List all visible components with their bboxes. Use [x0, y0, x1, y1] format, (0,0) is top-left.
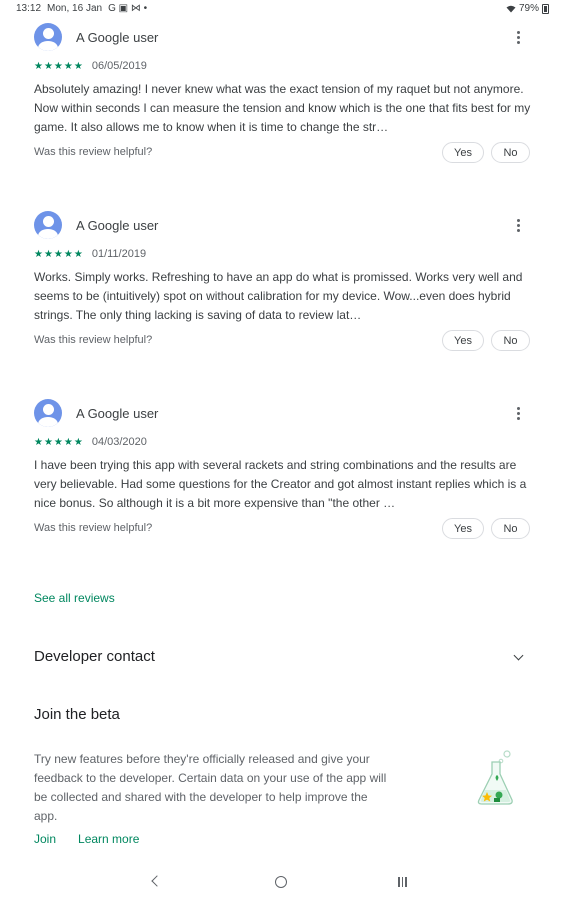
join-beta-link[interactable]: Join	[34, 832, 56, 846]
beta-links: Join Learn more	[34, 832, 139, 846]
review-date: 04/03/2020	[91, 436, 147, 448]
star-rating: ★★★★★	[34, 248, 84, 260]
system-nav-bar	[0, 862, 563, 900]
reviewer-name: A Google user	[76, 29, 159, 45]
status-date: Mon, 16 Jan	[47, 3, 103, 14]
status-right: 79%	[506, 3, 549, 14]
more-vert-icon[interactable]	[512, 216, 524, 234]
more-vert-icon[interactable]	[512, 28, 524, 46]
review-text[interactable]: Absolutely amazing! I never knew what wa…	[34, 80, 532, 137]
review-text[interactable]: Works. Simply works. Refreshing to have …	[34, 268, 532, 325]
helpful-label: Was this review helpful?	[34, 334, 153, 346]
helpful-no-button[interactable]: No	[491, 142, 530, 163]
review-header: A Google user	[34, 398, 534, 428]
helpful-yes-button[interactable]: Yes	[442, 142, 484, 163]
reviewer-name: A Google user	[76, 405, 159, 421]
helpful-no-button[interactable]: No	[491, 518, 530, 539]
helpful-row: Was this review helpful? Yes No	[34, 142, 530, 164]
rating-row: ★★★★★ 04/03/2020	[34, 436, 147, 448]
developer-contact-section[interactable]: Developer contact	[34, 648, 530, 670]
reviewer-name: A Google user	[76, 217, 159, 233]
developer-contact-title: Developer contact	[34, 648, 155, 665]
battery-icon	[542, 3, 549, 14]
review-date: 06/05/2019	[91, 60, 147, 72]
review-text[interactable]: I have been trying this app with several…	[34, 456, 532, 513]
beta-description: Try new features before they're official…	[34, 752, 387, 823]
rating-row: ★★★★★ 01/11/2019	[34, 248, 146, 260]
star-rating: ★★★★★	[34, 60, 84, 72]
status-bar: 13:12 Mon, 16 Jan G ▣ ⋈ • 79%	[0, 0, 563, 20]
helpful-label: Was this review helpful?	[34, 146, 153, 158]
helpful-row: Was this review helpful? Yes No	[34, 330, 530, 352]
rating-row: ★★★★★ 06/05/2019	[34, 60, 147, 72]
helpful-label: Was this review helpful?	[34, 522, 153, 534]
back-icon[interactable]	[151, 875, 163, 887]
see-all-reviews-link[interactable]: See all reviews	[34, 591, 115, 605]
helpful-row: Was this review helpful? Yes No	[34, 518, 530, 540]
review-header: A Google user	[34, 22, 534, 52]
star-rating: ★★★★★	[34, 436, 84, 448]
review-date: 01/11/2019	[91, 248, 147, 260]
notification-icons: G ▣ ⋈ •	[108, 3, 148, 14]
status-left: 13:12 Mon, 16 Jan G ▣ ⋈ •	[16, 3, 147, 14]
beta-title: Join the beta	[34, 706, 120, 723]
review-header: A Google user	[34, 210, 534, 240]
helpful-yes-button[interactable]: Yes	[442, 330, 484, 351]
recents-icon[interactable]	[398, 877, 407, 887]
home-icon[interactable]	[275, 876, 287, 888]
person-avatar-icon	[34, 23, 62, 51]
chevron-down-icon	[513, 650, 524, 661]
flask-beta-icon	[477, 750, 513, 805]
helpful-no-button[interactable]: No	[491, 330, 530, 351]
wifi-icon	[506, 5, 516, 12]
learn-more-link[interactable]: Learn more	[78, 832, 139, 846]
battery-percent: 79%	[518, 3, 539, 14]
helpful-yes-button[interactable]: Yes	[442, 518, 484, 539]
more-vert-icon[interactable]	[512, 404, 524, 422]
person-avatar-icon	[34, 399, 62, 427]
person-avatar-icon	[34, 211, 62, 239]
status-time: 13:12	[16, 3, 42, 14]
